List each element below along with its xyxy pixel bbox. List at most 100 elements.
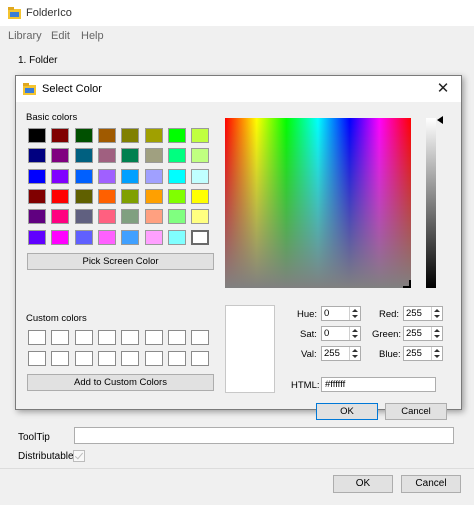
custom-color-slot[interactable] [144,351,163,366]
spin-arrows-icon[interactable] [431,327,442,340]
color-spectrum[interactable] [225,118,411,288]
custom-color-slot[interactable] [121,330,140,345]
custom-color-slot[interactable] [74,330,93,345]
close-icon[interactable]: ✕ [433,79,453,99]
folder-app-icon [8,7,21,19]
custom-color-slot[interactable] [191,351,210,366]
basic-color-swatch[interactable] [51,209,70,225]
basic-color-swatch[interactable] [121,229,140,245]
custom-color-slot[interactable] [74,351,93,366]
custom-color-slot[interactable] [144,330,163,345]
sat-spinbox[interactable]: 0 [321,326,361,341]
custom-color-slot[interactable] [97,351,116,366]
basic-color-swatch[interactable] [121,148,140,164]
html-color-input[interactable]: #ffffff [321,377,436,392]
basic-color-swatch[interactable] [51,188,70,204]
dialog-ok-button[interactable]: OK [316,403,378,420]
custom-color-slot[interactable] [121,351,140,366]
basic-color-swatch[interactable] [51,148,70,164]
spin-arrows-icon[interactable] [431,307,442,320]
basic-color-swatch[interactable] [144,229,163,245]
custom-color-slot[interactable] [28,330,46,345]
basic-color-swatch[interactable] [74,148,93,164]
pick-screen-color-button[interactable]: Pick Screen Color [27,253,214,270]
basic-color-swatch[interactable] [167,128,186,143]
custom-color-slot[interactable] [167,351,186,366]
basic-color-swatch[interactable] [74,188,93,204]
basic-color-swatch[interactable] [191,229,210,245]
basic-color-swatch[interactable] [28,229,46,245]
basic-color-swatch[interactable] [74,128,93,143]
val-spinbox[interactable]: 255 [321,346,361,361]
spin-arrows-icon[interactable] [349,327,360,340]
spin-arrows-icon[interactable] [431,347,442,360]
custom-color-slot[interactable] [167,330,186,345]
basic-color-swatch[interactable] [191,148,210,164]
menu-bar: Library Edit Help [0,26,474,46]
basic-color-swatch[interactable] [97,168,116,184]
basic-color-swatch[interactable] [28,188,46,204]
custom-colors-label: Custom colors [26,313,87,324]
main-ok-button[interactable]: OK [333,475,393,493]
folder-app-icon [23,83,36,95]
basic-color-swatch[interactable] [167,188,186,204]
spin-arrows-icon[interactable] [349,347,360,360]
basic-color-swatch[interactable] [121,209,140,225]
basic-color-swatch[interactable] [167,148,186,164]
basic-color-swatch[interactable] [121,128,140,143]
basic-color-swatch[interactable] [51,168,70,184]
main-cancel-button[interactable]: Cancel [401,475,461,493]
footer-divider [0,468,474,469]
basic-color-swatch[interactable] [167,229,186,245]
basic-color-swatch[interactable] [191,168,210,184]
custom-color-slot[interactable] [191,330,210,345]
red-spinbox[interactable]: 255 [403,306,443,321]
basic-color-swatch[interactable] [74,229,93,245]
custom-color-slot[interactable] [97,330,116,345]
basic-color-swatch[interactable] [51,229,70,245]
spectrum-crosshair[interactable] [403,280,411,288]
basic-color-swatch[interactable] [144,188,163,204]
luminance-arrow-icon[interactable] [437,116,443,124]
basic-color-swatch[interactable] [121,188,140,204]
luminance-slider[interactable] [426,118,436,288]
menu-library[interactable]: Library [8,30,42,42]
distributable-checkbox[interactable] [73,450,85,462]
basic-color-swatch[interactable] [144,128,163,143]
basic-color-swatch[interactable] [28,128,46,143]
dialog-cancel-button[interactable]: Cancel [385,403,447,420]
basic-color-swatch[interactable] [191,128,210,143]
blue-spinbox[interactable]: 255 [403,346,443,361]
basic-color-swatch[interactable] [97,188,116,204]
basic-color-swatch[interactable] [97,229,116,245]
section-title: 1. Folder [18,55,58,66]
basic-color-swatch[interactable] [144,168,163,184]
basic-color-swatch[interactable] [28,148,46,164]
hue-spinbox[interactable]: 0 [321,306,361,321]
spin-arrows-icon[interactable] [349,307,360,320]
basic-color-swatch[interactable] [28,168,46,184]
basic-color-swatch[interactable] [97,148,116,164]
custom-color-slot[interactable] [51,351,70,366]
basic-color-swatch[interactable] [144,209,163,225]
basic-color-swatch[interactable] [51,128,70,143]
menu-help[interactable]: Help [81,30,104,42]
green-label: Green: [372,329,402,340]
add-to-custom-colors-button[interactable]: Add to Custom Colors [27,374,214,391]
green-spinbox[interactable]: 255 [403,326,443,341]
basic-color-swatch[interactable] [144,148,163,164]
basic-color-swatch[interactable] [167,209,186,225]
basic-color-swatch[interactable] [121,168,140,184]
basic-color-swatch[interactable] [74,168,93,184]
custom-color-slot[interactable] [28,351,46,366]
basic-color-swatch[interactable] [167,168,186,184]
tooltip-input[interactable] [74,427,454,444]
basic-color-swatch[interactable] [74,209,93,225]
custom-color-slot[interactable] [51,330,70,345]
basic-color-swatch[interactable] [191,209,210,225]
basic-color-swatch[interactable] [97,128,116,143]
basic-color-swatch[interactable] [97,209,116,225]
basic-color-swatch[interactable] [28,209,46,225]
basic-color-swatch[interactable] [191,188,210,204]
menu-edit[interactable]: Edit [51,30,70,42]
